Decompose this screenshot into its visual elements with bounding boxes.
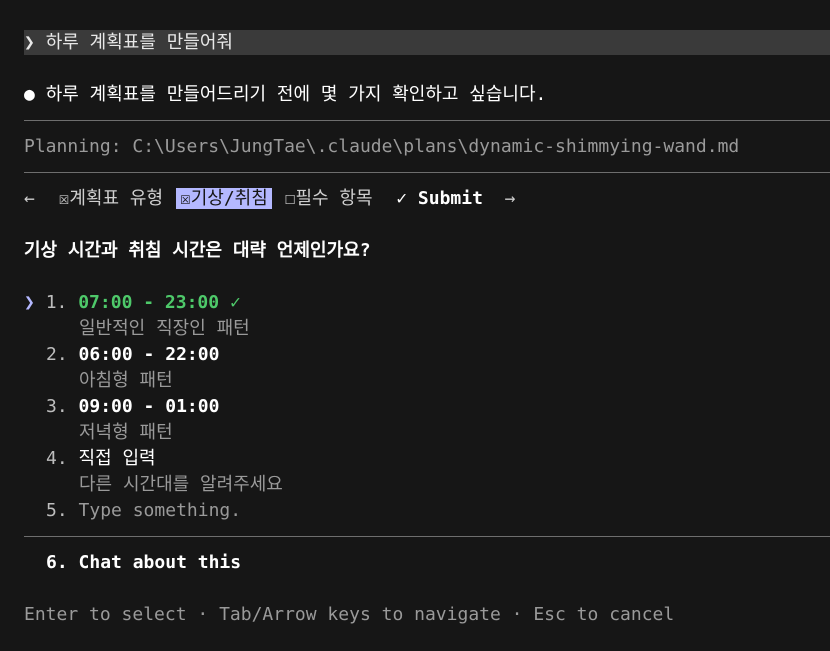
submit-label: Submit: [417, 188, 483, 209]
option-number: 3.: [46, 396, 68, 417]
option-2[interactable]: 2. 06:00 - 22:00: [46, 342, 219, 368]
question-title: 기상 시간과 취침 시간은 대략 언제인가요?: [24, 240, 371, 261]
option-number: 5.: [46, 500, 68, 521]
tab-right-arrow-icon[interactable]: →: [505, 188, 516, 209]
selector-chevron-icon: ❯: [24, 292, 35, 313]
user-prompt-bar: ❯ 하루 계획표를 만들어줘: [24, 30, 830, 55]
divider-middle: [24, 172, 830, 173]
checked-box-icon: ☒: [58, 188, 70, 209]
option-3-description: 저녁형 패턴: [79, 422, 173, 443]
option-label: 직접 입력: [78, 448, 156, 469]
option-label: Type something.: [78, 500, 242, 521]
option-label: Chat about this: [78, 552, 242, 573]
selected-check-icon: ✓: [229, 292, 241, 313]
option-2-description: 아침형 패턴: [79, 370, 173, 391]
option-6-chat[interactable]: 6. Chat about this: [46, 550, 241, 576]
checked-box-icon: ☒: [179, 188, 191, 209]
tab-label: 계획표 유형: [69, 188, 164, 209]
check-icon: ✓: [396, 188, 408, 209]
response-text: 하루 계획표를 만들어드리기 전에 몇 가지 확인하고 싶습니다.: [45, 84, 547, 105]
unchecked-box-icon: ☐: [284, 188, 296, 209]
option-1[interactable]: ❯ 1. 07:00 - 23:00 ✓: [24, 290, 241, 316]
user-prompt-text: 하루 계획표를 만들어줘: [45, 32, 233, 53]
footer-hint: Enter to select · Tab/Arrow keys to navi…: [24, 604, 675, 625]
tab-wake-sleep[interactable]: ☒기상/취침: [175, 188, 272, 209]
divider-top: [24, 120, 830, 121]
assistant-response: ● 하루 계획표를 만들어드리기 전에 몇 가지 확인하고 싶습니다.: [24, 82, 546, 108]
prompt-chevron-icon: ❯: [24, 32, 35, 53]
option-label: 09:00 - 01:00: [78, 396, 220, 417]
response-bullet-icon: ●: [24, 84, 35, 105]
option-1-description: 일반적인 직장인 패턴: [79, 318, 250, 339]
option-4[interactable]: 4. 직접 입력: [46, 446, 156, 472]
tab-required-items[interactable]: ☐필수 항목: [283, 188, 375, 209]
tab-submit[interactable]: ✓ Submit: [396, 188, 483, 209]
tab-label: 기상/취침: [190, 188, 268, 209]
planning-path: Planning: C:\Users\JungTae\.claude\plans…: [24, 136, 740, 157]
option-label: 07:00 - 23:00: [78, 292, 220, 313]
option-number: 4.: [46, 448, 68, 469]
option-5[interactable]: 5. Type something.: [46, 498, 241, 524]
option-3[interactable]: 3. 09:00 - 01:00: [46, 394, 219, 420]
option-number: 2.: [46, 344, 68, 365]
divider-bottom: [24, 536, 830, 537]
tab-plan-type[interactable]: ☒계획표 유형: [57, 188, 165, 209]
option-label: 06:00 - 22:00: [78, 344, 220, 365]
option-number: 6.: [46, 552, 68, 573]
tab-label: 필수 항목: [295, 188, 373, 209]
tab-left-arrow-icon[interactable]: ←: [24, 188, 35, 209]
question-tabs: ← ☒계획표 유형 ☒기상/취침 ☐필수 항목 ✓ Submit →: [24, 186, 515, 212]
option-4-description: 다른 시간대를 알려주세요: [79, 474, 283, 495]
option-number: 1.: [45, 292, 68, 313]
